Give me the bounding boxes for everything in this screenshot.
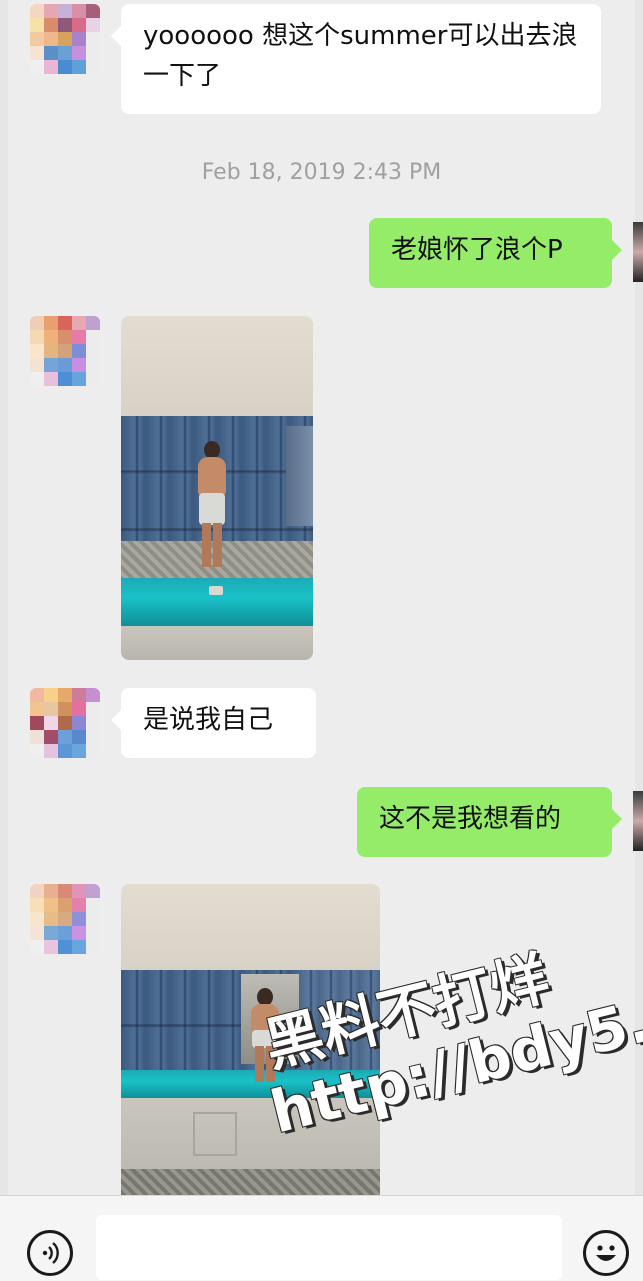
incoming-message[interactable]: yoooooo 想这个summer可以出去浪一下了 — [111, 4, 601, 114]
person-figure — [196, 441, 228, 571]
outgoing-message[interactable]: 老娘怀了浪个P — [369, 218, 622, 288]
incoming-message[interactable]: 是说我自己 — [111, 688, 316, 758]
right-edge — [635, 0, 643, 1280]
self-avatar-edge — [633, 222, 643, 282]
contact-avatar[interactable] — [30, 4, 100, 74]
message-input[interactable] — [96, 1215, 562, 1280]
person-figure — [249, 988, 281, 1088]
chat-image[interactable] — [121, 884, 380, 1195]
voice-icon[interactable] — [27, 1230, 73, 1276]
timestamp: Feb 18, 2019 2:43 PM — [201, 160, 442, 185]
contact-avatar[interactable] — [30, 688, 100, 758]
message-text: 是说我自己 — [143, 705, 274, 735]
contact-avatar[interactable] — [30, 884, 100, 954]
self-avatar-edge — [633, 791, 643, 851]
left-edge — [0, 0, 8, 1280]
chat-image[interactable] — [121, 316, 313, 660]
message-text: 老娘怀了浪个P — [391, 235, 563, 265]
outgoing-message[interactable]: 这不是我想看的 — [357, 787, 622, 857]
contact-avatar[interactable] — [30, 316, 100, 386]
emoji-icon[interactable] — [583, 1230, 629, 1276]
message-text: 这不是我想看的 — [379, 804, 562, 834]
message-text: yoooooo 想这个summer可以出去浪一下了 — [143, 21, 578, 91]
